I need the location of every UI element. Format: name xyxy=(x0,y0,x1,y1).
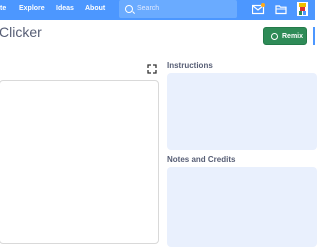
folder-icon[interactable] xyxy=(275,3,287,17)
see-inside-button[interactable] xyxy=(313,27,315,45)
project-title: Clicker xyxy=(0,24,42,40)
top-menubar: te Explore Ideas About Search xyxy=(0,0,315,20)
menu-explore-link[interactable]: Explore xyxy=(19,0,45,20)
avatar[interactable] xyxy=(297,2,308,18)
menu-ideas-link[interactable]: Ideas xyxy=(56,0,74,20)
notes-panel[interactable] xyxy=(167,167,317,247)
instructions-panel[interactable] xyxy=(167,73,317,150)
search-box[interactable]: Search xyxy=(119,0,237,18)
search-input[interactable]: Search xyxy=(137,0,159,18)
menu-about-link[interactable]: About xyxy=(85,0,105,20)
remix-button[interactable]: Remix xyxy=(263,27,307,45)
fullscreen-icon[interactable] xyxy=(145,62,159,76)
mail-icon[interactable] xyxy=(251,3,265,17)
remix-label: Remix xyxy=(282,33,304,40)
project-stage[interactable] xyxy=(0,80,159,244)
notes-heading: Notes and Credits xyxy=(167,155,236,164)
search-icon xyxy=(125,5,133,13)
instructions-heading: Instructions xyxy=(167,61,213,70)
remix-icon xyxy=(271,33,278,40)
menu-create-link[interactable]: te xyxy=(0,0,6,20)
